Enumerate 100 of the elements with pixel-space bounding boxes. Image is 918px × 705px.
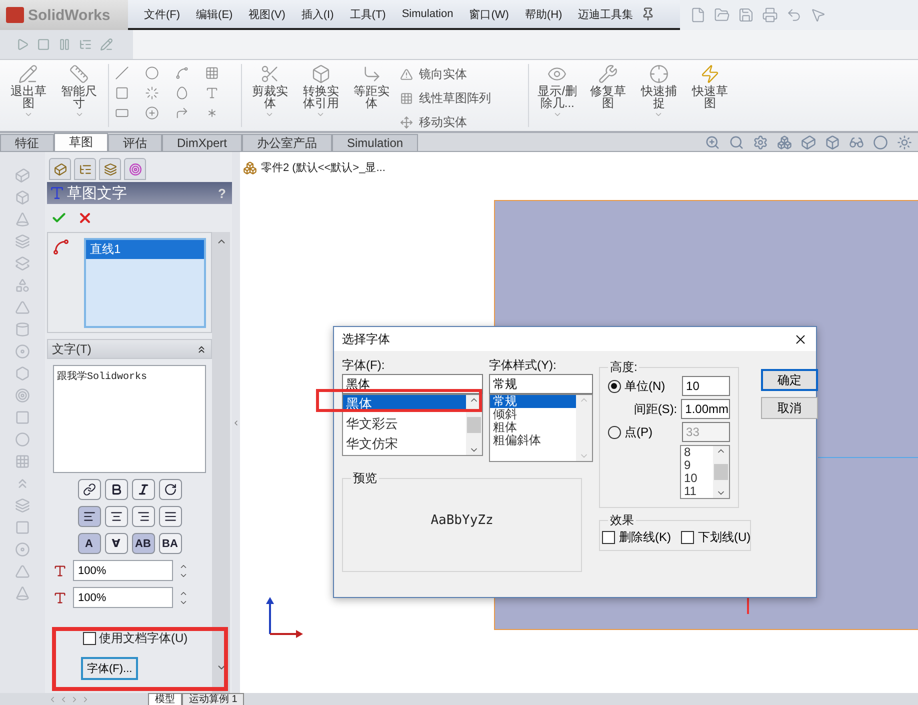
ribbon-button[interactable]: 等距实体 xyxy=(349,64,394,128)
panel-tab[interactable] xyxy=(49,158,71,180)
collapse-icon[interactable] xyxy=(196,344,207,354)
menu-item[interactable]: 迈迪工具集 xyxy=(570,6,642,22)
ribbon-button[interactable]: 转换实体引用 xyxy=(298,64,344,128)
tab[interactable]: DimXpert xyxy=(162,134,242,151)
feature-icon[interactable] xyxy=(15,278,30,293)
section-header[interactable]: 文字(T) xyxy=(47,339,212,359)
flip-button[interactable]: AB xyxy=(132,533,154,554)
view-icon[interactable] xyxy=(705,134,720,150)
menu-item[interactable]: 窗口(W) xyxy=(461,6,517,22)
sketch-tool-icon[interactable] xyxy=(144,86,159,100)
entity-list[interactable]: 直线1 xyxy=(84,238,206,328)
feature-icon[interactable] xyxy=(15,366,30,381)
feature-icon[interactable] xyxy=(15,256,30,271)
font-button[interactable]: 字体(F)... xyxy=(81,657,138,680)
view-icon[interactable] xyxy=(777,134,792,150)
ribbon-button[interactable]: 退出草图 xyxy=(6,64,51,128)
menu-item[interactable]: 编辑(E) xyxy=(188,6,241,22)
tab[interactable]: Simulation xyxy=(332,134,418,151)
menu-item[interactable]: 文件(F) xyxy=(136,6,188,22)
scrollbar[interactable] xyxy=(713,446,729,498)
panel-tab[interactable] xyxy=(99,158,121,180)
width-field[interactable]: 100% xyxy=(73,560,173,581)
flip-button[interactable]: ∀ xyxy=(104,533,128,554)
toolbar-icon[interactable] xyxy=(714,7,730,23)
view-icon[interactable] xyxy=(801,134,816,150)
dialog-button[interactable]: 确定 xyxy=(761,369,818,391)
panel-tab[interactable] xyxy=(74,158,96,180)
font-item[interactable]: 华文彩云 xyxy=(343,415,466,432)
ribbon-button[interactable]: 修复草图 xyxy=(586,64,631,128)
feature-icon[interactable] xyxy=(15,564,30,579)
feature-icon[interactable] xyxy=(15,454,30,469)
menu-item[interactable]: 工具(T) xyxy=(342,6,394,22)
view-icon[interactable] xyxy=(825,134,840,150)
align-button[interactable] xyxy=(104,506,128,527)
height-field[interactable]: 10 xyxy=(682,376,730,396)
font-item[interactable]: 华文仿宋 xyxy=(343,435,466,452)
feature-icon[interactable] xyxy=(15,234,30,249)
menu-item[interactable]: Simulation xyxy=(394,8,462,20)
italic-button[interactable] xyxy=(132,479,154,500)
ribbon-button[interactable]: 快速捕捉 xyxy=(636,64,682,128)
sketch-tool-icon[interactable] xyxy=(114,86,129,100)
sketch-tool-icon[interactable] xyxy=(114,66,129,80)
align-button[interactable] xyxy=(158,506,182,527)
ribbon-list-item[interactable]: 镜向实体 xyxy=(400,66,522,83)
sketch-tool-icon[interactable] xyxy=(174,66,189,80)
effect-checkbox[interactable]: 删除线(K) xyxy=(602,529,671,546)
tab[interactable]: 特征 xyxy=(0,134,54,151)
tab[interactable]: 评估 xyxy=(108,134,162,151)
menu-item[interactable]: 视图(V) xyxy=(240,6,294,22)
feature-icon[interactable] xyxy=(15,344,30,359)
cancel-icon[interactable] xyxy=(77,210,93,226)
text-input[interactable]: 跟我学Solidworks xyxy=(53,365,206,473)
bottom-tab[interactable]: 模型 xyxy=(148,693,182,705)
align-button[interactable] xyxy=(132,506,154,527)
toolbar-icon[interactable] xyxy=(786,7,802,23)
scrollbar[interactable] xyxy=(466,395,482,455)
feature-icon[interactable] xyxy=(15,168,30,183)
flip-button[interactable]: A xyxy=(78,533,100,554)
feature-icon[interactable] xyxy=(15,520,30,535)
toolbar-icon[interactable] xyxy=(810,7,826,23)
flip-button[interactable]: BA xyxy=(158,533,182,554)
panel-tab[interactable] xyxy=(124,158,146,180)
dialog-button[interactable]: 取消 xyxy=(761,397,818,419)
feature-icon[interactable] xyxy=(15,322,30,337)
toolbar-icon[interactable] xyxy=(58,38,71,51)
sketch-tool-icon[interactable] xyxy=(204,86,219,100)
tree-item[interactable]: 零件2 (默认<<默认>_显... xyxy=(240,152,918,175)
feature-icon[interactable] xyxy=(15,542,30,557)
toolbar-icon[interactable] xyxy=(79,38,92,51)
bold-button[interactable] xyxy=(104,479,128,500)
toolbar-icon[interactable] xyxy=(738,7,754,23)
entity-item[interactable]: 直线1 xyxy=(86,240,204,259)
font-style-field[interactable]: 常规 xyxy=(489,374,593,394)
feature-icon[interactable] xyxy=(15,212,30,227)
feature-icon[interactable] xyxy=(15,388,30,403)
use-document-font-checkbox[interactable]: 使用文档字体(U) xyxy=(83,630,188,647)
rotate-button[interactable] xyxy=(158,479,182,500)
toolbar-icon[interactable] xyxy=(100,38,113,51)
toolbar-icon[interactable] xyxy=(37,38,50,51)
toolbar-icon[interactable] xyxy=(762,7,778,23)
menu-item[interactable]: 插入(I) xyxy=(293,6,342,22)
sketch-tool-icon[interactable] xyxy=(204,66,219,80)
menu-item[interactable]: 帮助(H) xyxy=(516,6,570,22)
sketch-tool-icon[interactable] xyxy=(144,66,159,80)
feature-icon[interactable] xyxy=(15,410,30,425)
feature-icon[interactable] xyxy=(15,586,30,601)
feature-icon[interactable] xyxy=(15,300,30,315)
feature-icon[interactable] xyxy=(15,432,30,447)
link-button[interactable] xyxy=(78,479,100,500)
spacing-field[interactable]: 1.00mm xyxy=(681,399,730,419)
radio-button[interactable] xyxy=(608,380,621,392)
font-style-item[interactable]: 粗体 xyxy=(490,421,576,434)
sketch-tool-icon[interactable] xyxy=(114,106,129,120)
pin-icon[interactable] xyxy=(641,7,656,21)
font-style-item[interactable]: 常规 xyxy=(490,395,576,408)
tab[interactable]: 草图 xyxy=(54,133,108,151)
ribbon-button[interactable]: 剪裁实体 xyxy=(248,64,292,128)
font-style-list[interactable]: 常规 倾斜 粗体 粗偏斜体 xyxy=(489,394,593,462)
